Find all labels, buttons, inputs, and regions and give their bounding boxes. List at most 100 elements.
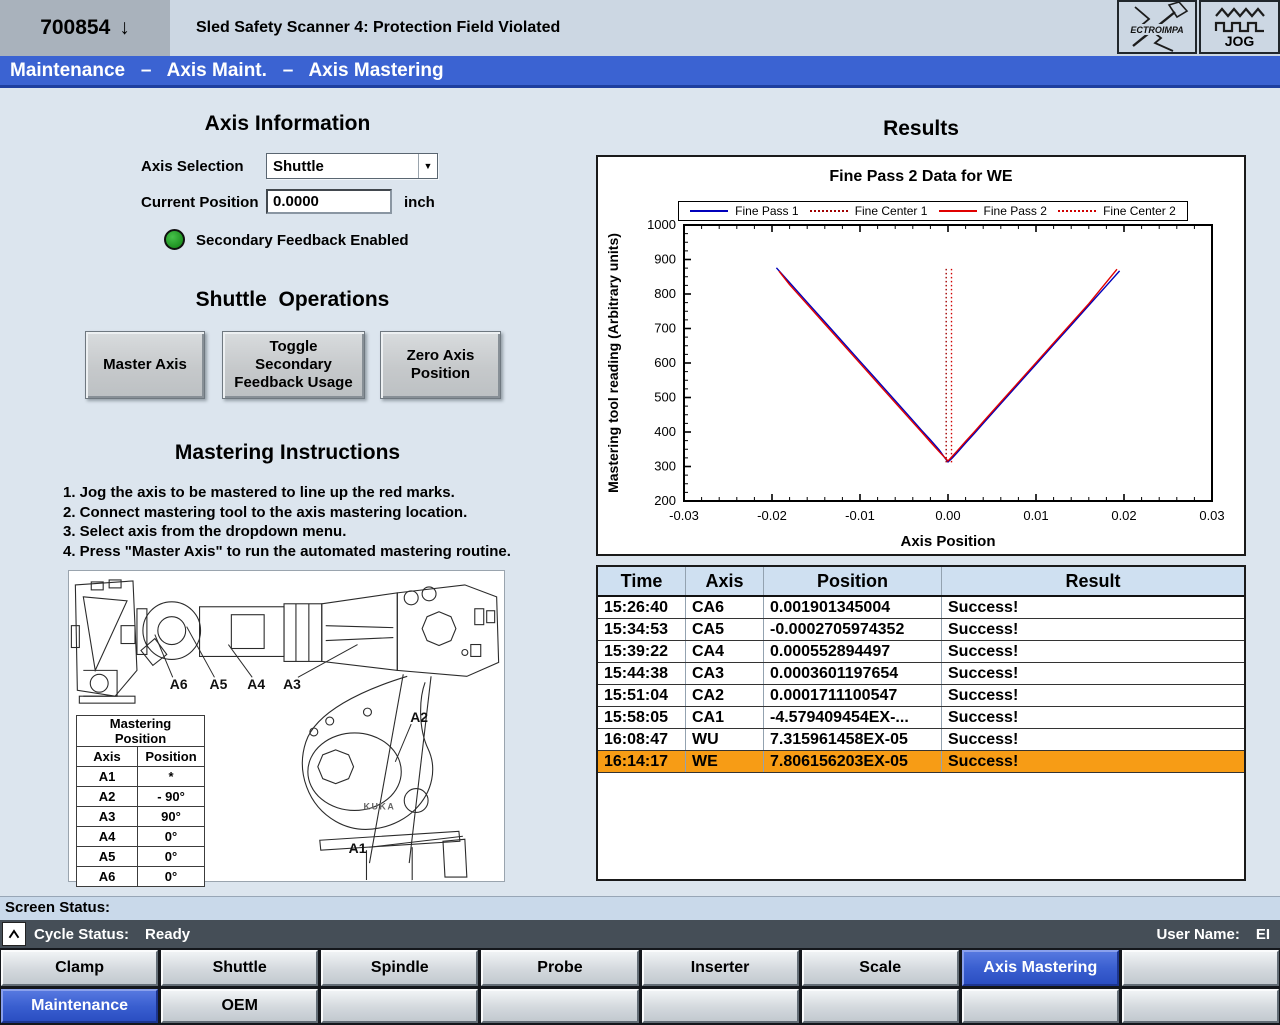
svg-text:0.02: 0.02 xyxy=(1111,508,1136,523)
mastering-table-cell: 0° xyxy=(138,867,205,887)
axis-selection-dropdown[interactable]: Shuttle ▼ xyxy=(266,153,438,179)
axis-selection-label: Axis Selection xyxy=(141,158,244,175)
nav-button-clamp[interactable]: Clamp xyxy=(1,950,158,986)
nav-button-spindle[interactable]: Spindle xyxy=(321,950,478,986)
results-header-cell: Time xyxy=(598,567,686,595)
axis-selection-value: Shuttle xyxy=(267,158,418,175)
mastering-table-row: A1* xyxy=(77,767,205,787)
operation-button-zero-axis-position[interactable]: Zero Axis Position xyxy=(380,331,501,399)
table-row[interactable]: 16:14:17WE7.806156203EX-05Success! xyxy=(598,751,1244,773)
mastering-table-title: Mastering Position xyxy=(77,716,205,747)
mastering-position-table: Mastering PositionAxisPositionA1*A2- 90°… xyxy=(76,715,205,887)
mastering-table-cell: A1 xyxy=(77,767,138,787)
softkey-nav-grid: ClampShuttleSpindleProbeInserterScaleAxi… xyxy=(0,948,1280,1025)
operations-title: Shuttle Operations xyxy=(95,288,490,312)
company-logo: ECTROIMPA xyxy=(1117,0,1197,54)
table-row[interactable]: 16:08:47WU7.315961458EX-05Success! xyxy=(598,729,1244,751)
results-cell: Success! xyxy=(942,597,1244,618)
nav-button-empty[interactable] xyxy=(642,989,799,1023)
results-cell: Success! xyxy=(942,663,1244,684)
nav-button-empty[interactable] xyxy=(321,989,478,1023)
nav-button-maintenance[interactable]: Maintenance xyxy=(1,989,158,1023)
legend-label: Fine Center 1 xyxy=(855,204,928,218)
logo-text: ECTROIMPA xyxy=(1130,25,1183,35)
secondary-feedback-led xyxy=(164,229,185,250)
instruction-step: 3. Select axis from the dropdown menu. xyxy=(63,522,511,542)
operation-button-toggle-secondary-feedback-usage[interactable]: Toggle Secondary Feedback Usage xyxy=(222,331,365,399)
mastering-table-cell: 0° xyxy=(138,847,205,867)
mastering-table-cell: A4 xyxy=(77,827,138,847)
table-row[interactable]: 15:26:40CA60.001901345004Success! xyxy=(598,597,1244,619)
robot-diagram: A1A2A3A4A5A6KUKA Mastering PositionAxisP… xyxy=(68,570,505,882)
program-number-dropdown[interactable]: 700854 ↓ xyxy=(0,0,170,56)
nav-button-empty[interactable] xyxy=(481,989,638,1023)
results-header-cell: Position xyxy=(764,567,942,595)
operation-button-master-axis[interactable]: Master Axis xyxy=(85,331,205,399)
legend-line-sample xyxy=(810,210,848,212)
svg-text:0.01: 0.01 xyxy=(1023,508,1048,523)
svg-text:300: 300 xyxy=(654,459,676,474)
table-row[interactable]: 15:44:38CA30.0003601197654Success! xyxy=(598,663,1244,685)
nav-button-inserter[interactable]: Inserter xyxy=(642,950,799,986)
current-position-field[interactable]: 0.0000 xyxy=(266,189,392,214)
joint-label-a4: A4 xyxy=(247,676,265,692)
mastering-table-cell: A5 xyxy=(77,847,138,867)
nav-button-shuttle[interactable]: Shuttle xyxy=(161,950,318,986)
results-header-row: TimeAxisPositionResult xyxy=(598,567,1244,597)
breadcrumb: Maintenance – Axis Maint. – Axis Masteri… xyxy=(0,56,1280,88)
mastering-table-row: A40° xyxy=(77,827,205,847)
chart-legend: Fine Pass 1 Fine Center 1 Fine Pass 2 Fine … xyxy=(678,201,1188,221)
nav-button-empty[interactable] xyxy=(1122,989,1279,1023)
mastering-table-row: A50° xyxy=(77,847,205,867)
table-row[interactable]: 15:58:05CA1-4.579409454EX-...Success! xyxy=(598,707,1244,729)
legend-line-sample xyxy=(1058,210,1096,212)
expand-status-button[interactable] xyxy=(2,922,26,946)
legend-item: Fine Center 2 xyxy=(1058,204,1176,218)
results-table: TimeAxisPositionResult15:26:40CA60.00190… xyxy=(596,565,1246,881)
mastering-instructions-title: Mastering Instructions xyxy=(95,441,480,465)
svg-text:800: 800 xyxy=(654,286,676,301)
results-cell: CA2 xyxy=(686,685,764,706)
results-cell: -4.579409454EX-... xyxy=(764,707,942,728)
svg-text:500: 500 xyxy=(654,390,676,405)
cycle-status-label: Cycle Status: xyxy=(34,926,129,943)
jog-mode-indicator: JOG xyxy=(1199,0,1280,54)
table-row[interactable]: 15:34:53CA5-0.0002705974352Success! xyxy=(598,619,1244,641)
nav-button-probe[interactable]: Probe xyxy=(481,950,638,986)
svg-text:0.00: 0.00 xyxy=(935,508,960,523)
results-cell: 15:34:53 xyxy=(598,619,686,640)
svg-text:-0.03: -0.03 xyxy=(669,508,699,523)
legend-item: Fine Pass 1 xyxy=(690,204,798,218)
nav-button-scale[interactable]: Scale xyxy=(802,950,959,986)
chart-title: Fine Pass 2 Data for WE xyxy=(598,168,1244,186)
user-name-value: EI xyxy=(1256,926,1270,943)
results-cell: Success! xyxy=(942,707,1244,728)
svg-text:900: 900 xyxy=(654,252,676,267)
svg-text:1000: 1000 xyxy=(647,219,676,232)
results-cell: 0.001901345004 xyxy=(764,597,942,618)
mastering-chart-panel: Fine Pass 2 Data for WE Fine Pass 1Fine … xyxy=(596,155,1246,556)
results-header-cell: Axis xyxy=(686,567,764,595)
mastering-table-cell: A2 xyxy=(77,787,138,807)
legend-item: Fine Pass 2 xyxy=(939,204,1047,218)
nav-button-empty[interactable] xyxy=(1122,950,1279,986)
joint-label-a5: A5 xyxy=(210,676,228,692)
nav-button-axis-mastering[interactable]: Axis Mastering xyxy=(962,950,1119,986)
legend-label: Fine Center 2 xyxy=(1103,204,1176,218)
jog-waveform-icon xyxy=(1208,6,1272,34)
results-cell: 16:08:47 xyxy=(598,729,686,750)
table-row[interactable]: 15:51:04CA20.0001711100547Success! xyxy=(598,685,1244,707)
nav-button-oem[interactable]: OEM xyxy=(161,989,318,1023)
mastering-table-cell: * xyxy=(138,767,205,787)
legend-label: Fine Pass 1 xyxy=(735,204,798,218)
nav-button-empty[interactable] xyxy=(962,989,1119,1023)
mastering-table-cell: 0° xyxy=(138,827,205,847)
results-cell: 0.0003601197654 xyxy=(764,663,942,684)
cycle-status-bar: Cycle Status: Ready User Name: EI xyxy=(0,920,1280,948)
table-row[interactable]: 15:39:22CA40.000552894497Success! xyxy=(598,641,1244,663)
nav-button-empty[interactable] xyxy=(802,989,959,1023)
results-cell: Success! xyxy=(942,729,1244,750)
mastering-table-cell: 90° xyxy=(138,807,205,827)
chevron-down-icon[interactable]: ▼ xyxy=(418,154,437,178)
results-header-cell: Result xyxy=(942,567,1244,595)
